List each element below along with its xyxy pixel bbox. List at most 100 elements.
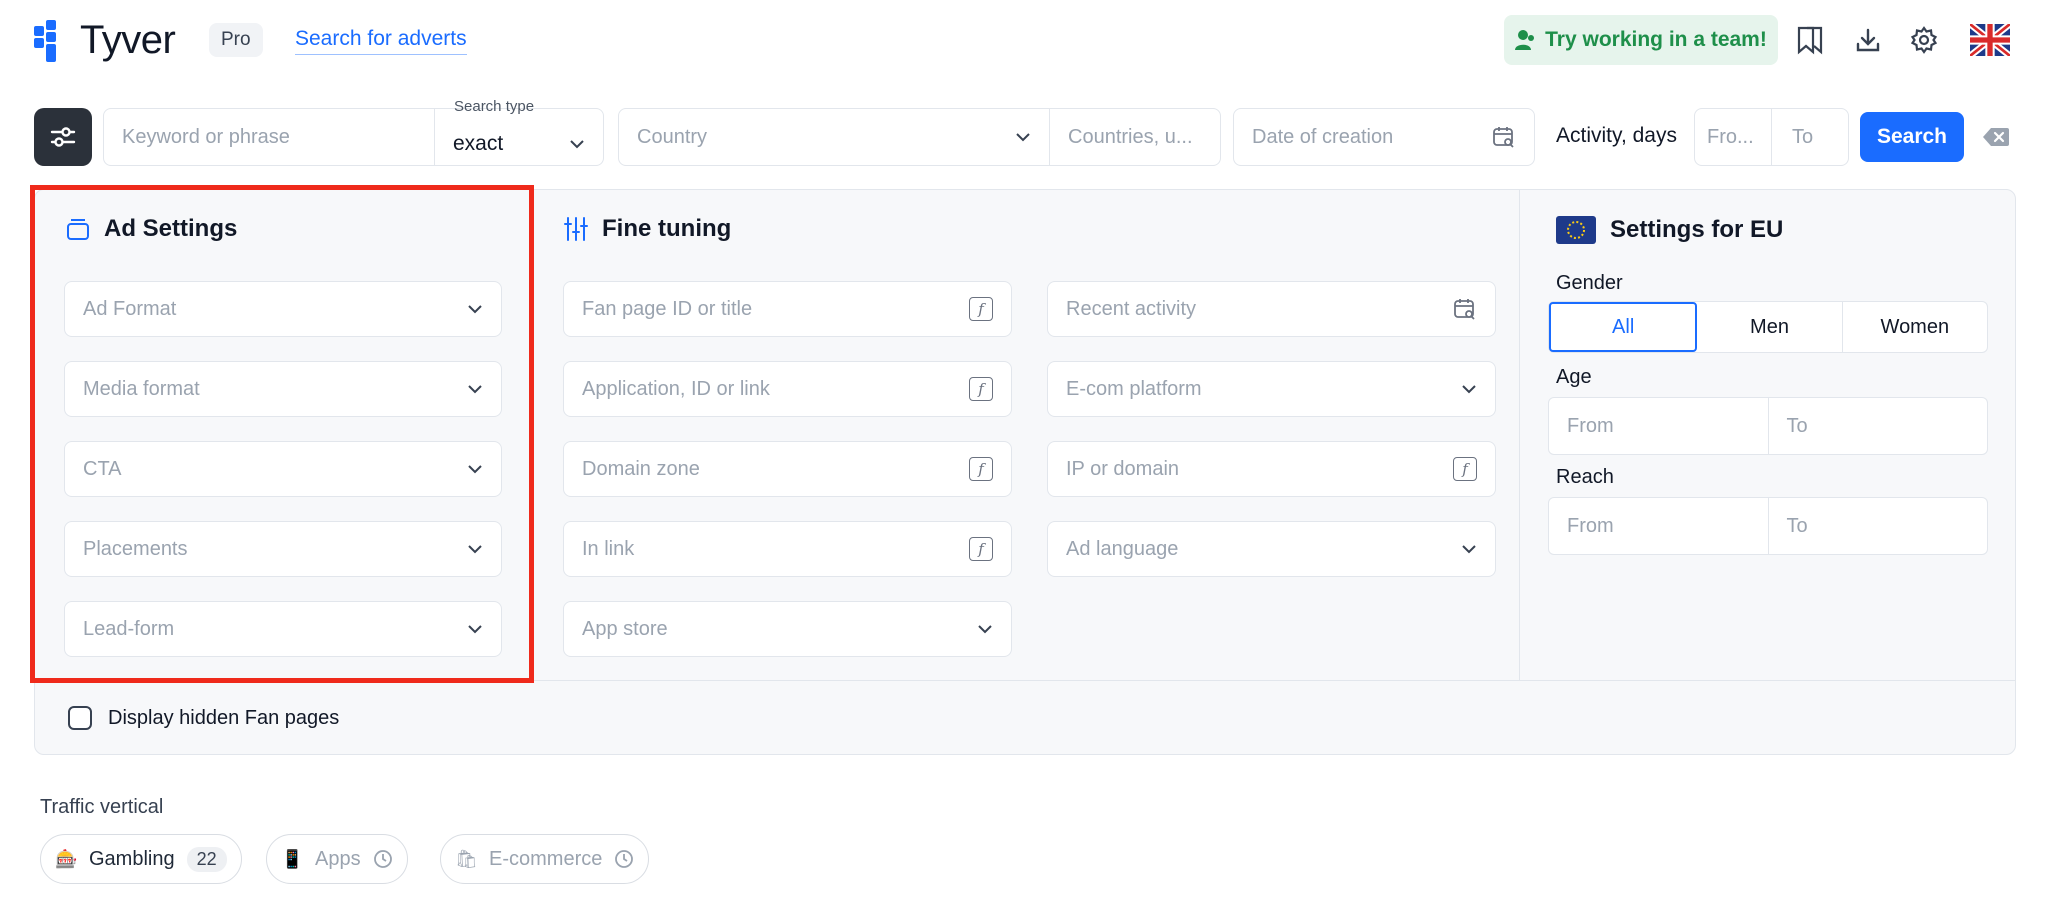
search-adverts-link[interactable]: Search for adverts <box>295 27 467 55</box>
fine-tuning-title: Fine tuning <box>564 215 731 243</box>
search-button[interactable]: Search <box>1860 112 1964 162</box>
reach-to-input[interactable]: To <box>1769 498 1988 554</box>
gender-option-women[interactable]: Women <box>1843 302 1987 352</box>
display-hidden-checkbox[interactable] <box>68 706 92 730</box>
top-header: Tyver Pro Search for adverts Try working… <box>0 0 2048 82</box>
gender-option-all[interactable]: All <box>1549 302 1698 352</box>
download-icon[interactable] <box>1850 22 1886 58</box>
calendar-search-icon <box>1493 127 1514 148</box>
input-placeholder: Fan page ID or title <box>582 297 753 320</box>
age-label: Age <box>1556 366 1592 388</box>
ip-domain-input[interactable]: IP or domain f <box>1047 441 1496 497</box>
chevron-down-icon <box>570 140 584 149</box>
phone-icon: 📱 <box>281 848 304 869</box>
keyword-input[interactable]: Keyword or phrase <box>103 108 435 166</box>
activity-days-label: Activity, days <box>1556 124 1677 147</box>
gender-option-men[interactable]: Men <box>1697 302 1843 352</box>
tuning-sliders-icon <box>564 217 588 241</box>
reach-from-input[interactable]: From <box>1549 498 1769 554</box>
select-label: App store <box>582 617 668 640</box>
gender-segmented-control: All Men Women <box>1548 301 1988 353</box>
clear-filters-icon[interactable] <box>1982 125 2010 149</box>
date-of-creation-input[interactable]: Date of creation <box>1233 108 1535 166</box>
sliders-icon <box>50 127 76 147</box>
countries-input[interactable]: Countries, u... <box>1049 108 1221 166</box>
chip-count: 22 <box>186 846 227 872</box>
eu-settings-title: Settings for EU <box>1556 216 1783 244</box>
domain-zone-input[interactable]: Domain zone f <box>563 441 1012 497</box>
try-team-label: Try working in a team! <box>1545 28 1767 51</box>
function-icon: f <box>969 297 993 321</box>
gender-label: Gender <box>1556 272 1623 294</box>
select-label: E-com platform <box>1066 377 1202 400</box>
function-icon: f <box>1453 457 1477 481</box>
chip-ecommerce[interactable]: 🛍 E-commerce <box>440 834 650 884</box>
clock-icon <box>615 850 634 868</box>
bookmarks-icon[interactable] <box>1792 22 1828 58</box>
eu-settings-label: Settings for EU <box>1610 216 1784 243</box>
calendar-search-icon <box>1454 299 1475 320</box>
reach-label: Reach <box>1556 466 1614 488</box>
function-icon: f <box>969 537 993 561</box>
function-icon: f <box>969 377 993 401</box>
input-placeholder: Recent activity <box>1066 297 1197 320</box>
chevron-down-icon <box>978 625 992 634</box>
ecom-platform-select[interactable]: E-com platform <box>1047 361 1496 417</box>
chip-label: Apps <box>315 847 361 870</box>
age-from-input[interactable]: From <box>1549 398 1769 454</box>
input-placeholder: IP or domain <box>1066 457 1180 480</box>
app-store-select[interactable]: App store <box>563 601 1012 657</box>
display-hidden-fan-pages[interactable]: Display hidden Fan pages <box>68 706 339 730</box>
fan-page-input[interactable]: Fan page ID or title f <box>563 281 1012 337</box>
age-to-input[interactable]: To <box>1769 398 1988 454</box>
countries-placeholder: Countries, u... <box>1068 125 1193 148</box>
shopping-bag-icon: 🛍 <box>455 848 478 869</box>
chevron-down-icon <box>1462 545 1476 554</box>
chevron-down-icon <box>1462 385 1476 394</box>
panel-divider-vertical <box>1519 190 1520 680</box>
logo-mark-icon <box>34 19 68 62</box>
chevron-down-icon <box>1016 133 1030 142</box>
logo[interactable]: Tyver <box>34 18 176 63</box>
chip-gambling[interactable]: 🎰 Gambling 22 <box>40 834 242 884</box>
country-select[interactable]: Country <box>618 108 1050 166</box>
country-placeholder: Country <box>637 125 708 148</box>
try-team-button[interactable]: Try working in a team! <box>1504 15 1778 65</box>
activity-to-placeholder: To <box>1792 125 1814 148</box>
display-hidden-label: Display hidden Fan pages <box>108 706 340 729</box>
slot-machine-icon: 🎰 <box>55 848 78 869</box>
filters-toggle-button[interactable] <box>34 108 92 166</box>
age-range: From To <box>1548 397 1988 455</box>
traffic-vertical-label: Traffic vertical <box>40 796 164 818</box>
reach-range: From To <box>1548 497 1988 555</box>
keyword-placeholder: Keyword or phrase <box>122 125 290 148</box>
application-input[interactable]: Application, ID or link f <box>563 361 1012 417</box>
gear-icon[interactable] <box>1906 22 1942 58</box>
user-icon <box>1515 30 1535 50</box>
ad-settings-highlight <box>30 185 534 683</box>
search-type-label: Search type <box>454 98 535 115</box>
in-link-input[interactable]: In link f <box>563 521 1012 577</box>
search-type-value: exact <box>453 132 504 155</box>
input-placeholder: Domain zone <box>582 457 700 480</box>
search-type-select[interactable]: exact <box>434 108 604 166</box>
function-icon: f <box>969 457 993 481</box>
select-label: Ad language <box>1066 537 1179 560</box>
eu-flag-icon <box>1556 216 1596 244</box>
activity-to-input[interactable]: To <box>1771 108 1849 166</box>
fine-tuning-label: Fine tuning <box>602 215 732 242</box>
date-placeholder: Date of creation <box>1252 125 1394 148</box>
clock-icon <box>373 850 392 868</box>
activity-from-placeholder: Fro... <box>1707 125 1754 148</box>
ad-language-select[interactable]: Ad language <box>1047 521 1496 577</box>
plan-badge: Pro <box>209 23 263 57</box>
activity-from-input[interactable]: Fro... <box>1694 108 1772 166</box>
recent-activity-input[interactable]: Recent activity <box>1047 281 1496 337</box>
chip-apps[interactable]: 📱 Apps <box>266 834 408 884</box>
input-placeholder: In link <box>582 537 635 560</box>
input-placeholder: Application, ID or link <box>582 377 770 400</box>
uk-flag-icon[interactable] <box>1967 21 2013 59</box>
chip-label: E-commerce <box>489 847 603 870</box>
logo-text: Tyver <box>80 18 176 62</box>
chip-label: Gambling <box>89 847 175 870</box>
